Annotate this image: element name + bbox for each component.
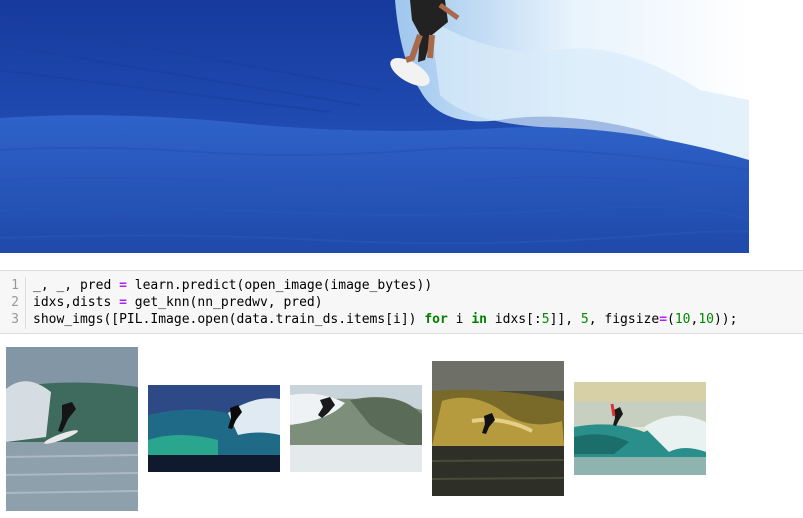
surf-thumbnail-4 — [432, 361, 564, 496]
code-token: idxs[: — [486, 312, 542, 327]
surf-thumbnail-3 — [290, 385, 422, 472]
code-token: idxs,dists — [33, 295, 120, 310]
code-token: 5 — [580, 312, 589, 327]
result-image-3 — [290, 385, 422, 472]
code-token: 10 — [674, 312, 691, 327]
code-cell[interactable]: 1 2 3 _, _, pred = learn.predict(open_im… — [0, 270, 803, 334]
code-token: = — [119, 278, 127, 293]
code-editor[interactable]: _, _, pred = learn.predict(open_image(im… — [33, 277, 737, 328]
result-image-4 — [432, 361, 564, 496]
code-token: )); — [713, 312, 738, 327]
code-token: 5 — [541, 312, 550, 327]
code-token: in — [471, 312, 487, 327]
surf-thumbnail-2 — [148, 385, 280, 472]
surf-wave-photo — [0, 0, 749, 253]
surf-thumbnail-1 — [6, 347, 138, 511]
code-token: ]], — [549, 312, 581, 327]
code-token: _, _, pred — [33, 278, 120, 293]
result-image-1 — [6, 347, 138, 511]
result-image-5 — [574, 382, 706, 475]
code-token: = — [659, 312, 668, 327]
code-token: , figsize — [588, 312, 660, 327]
code-token: learn.predict(open_image(image_bytes)) — [126, 278, 433, 293]
line-number: 2 — [11, 295, 19, 310]
code-line[interactable]: _, _, pred = learn.predict(open_image(im… — [33, 277, 737, 294]
code-token: for — [424, 312, 448, 327]
surf-thumbnail-5 — [574, 382, 706, 475]
code-token: 10 — [698, 312, 714, 327]
line-number: 3 — [11, 312, 19, 327]
result-image-2 — [148, 385, 280, 472]
code-line[interactable]: show_imgs([PIL.Image.open(data.train_ds.… — [33, 311, 737, 328]
line-number-gutter: 1 2 3 — [0, 277, 26, 329]
code-token: i — [447, 312, 472, 327]
code-token: get_knn(nn_predwv, pred) — [126, 295, 323, 310]
code-token: = — [119, 295, 127, 310]
line-number: 1 — [11, 278, 19, 293]
query-image-output — [0, 0, 749, 253]
code-token: show_imgs([PIL.Image.open(data.train_ds.… — [33, 312, 425, 327]
code-line[interactable]: idxs,dists = get_knn(nn_predwv, pred) — [33, 294, 737, 311]
code-token: ( — [667, 312, 675, 327]
